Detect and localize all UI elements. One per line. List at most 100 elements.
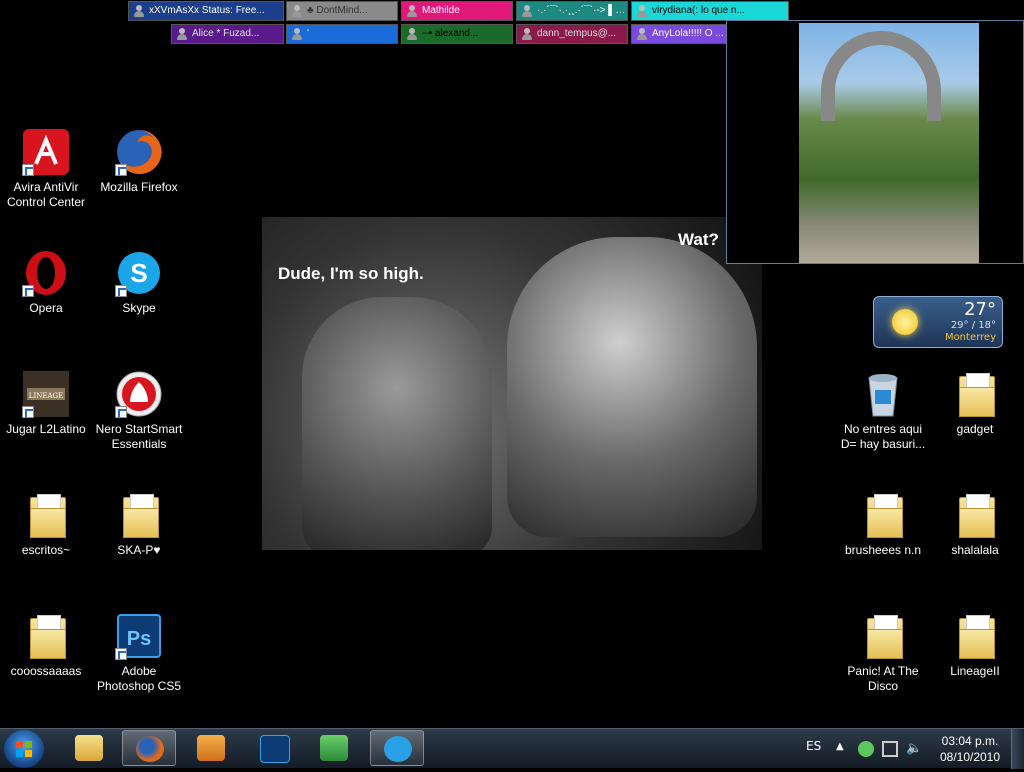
desktop-icon-gadget[interactable]: gadget (930, 370, 1020, 437)
show-hidden-icons-icon[interactable]: ▲ (836, 741, 852, 757)
yorkie-image (507, 237, 757, 537)
contact-tab-label: ·.·´¯`·.·¸¸.·´¯`·-> ▌▌▌▌▌ ... (537, 5, 627, 16)
desktop-icon-label: LineageII (950, 664, 1000, 678)
desktop-icon-firefox[interactable]: Mozilla Firefox (94, 128, 184, 195)
clock[interactable]: 03:04 p.m. 08/10/2010 (935, 733, 1005, 765)
clock-date: 08/10/2010 (939, 750, 1001, 764)
folder-icon (951, 491, 999, 539)
language-indicator[interactable]: ES (806, 739, 821, 753)
taskbar-media-player[interactable] (184, 730, 238, 766)
desktop-icon-label: Opera (29, 301, 63, 315)
desktop-icon-label: shalalala (951, 543, 999, 557)
desktop-icon-nero[interactable]: Nero StartSmart Essentials (94, 370, 184, 452)
svg-text:Ps: Ps (127, 628, 151, 650)
user-icon (521, 28, 533, 41)
desktop-icon-brusheees[interactable]: brusheees n.n (838, 491, 928, 558)
avira-icon (22, 128, 70, 176)
weather-gadget[interactable]: 27° 29° / 18° Monterrey (873, 296, 1003, 348)
contact-tab-label: ♣ DontMind... (307, 5, 368, 16)
desktop-icon-label: Mozilla Firefox (100, 180, 178, 194)
contact-tab[interactable]: xXVmAsXx Status: Free... (128, 1, 284, 21)
user-icon (406, 28, 418, 41)
wallpaper-caption-right: Wat? (678, 230, 719, 249)
desktop-icon-escritos[interactable]: escritos~ (1, 491, 91, 558)
taskbar-firefox[interactable] (122, 730, 176, 766)
svg-text:S: S (130, 258, 147, 288)
taskbar-skype[interactable] (370, 730, 424, 766)
desktop-icon-label: gadget (956, 422, 994, 436)
desktop-icon-shalalala[interactable]: shalalala (930, 491, 1020, 558)
desktop-icon-label: escritos~ (21, 543, 71, 557)
user-icon (406, 5, 418, 18)
folder-icon (951, 612, 999, 660)
desktop-icon-label: No entres aqui D= hay basuri... (840, 422, 926, 451)
desktop-icon-label: brusheees n.n (844, 543, 922, 557)
shortcut-arrow-icon (22, 406, 34, 418)
contact-tab-label: dann_tempus@... (537, 28, 617, 39)
skype-icon (384, 736, 412, 762)
desktop-icon-label: SKA-P♥ (117, 543, 161, 557)
contact-tab-label: virydiana(: lo que n... (652, 5, 745, 16)
contact-tab-label: ' (307, 28, 309, 39)
recycle-bin-icon (859, 370, 907, 418)
contact-tab[interactable]: Mathilde (401, 1, 513, 21)
user-icon (176, 28, 188, 41)
desktop-icon-label: Skype (122, 301, 156, 315)
shortcut-arrow-icon (115, 164, 127, 176)
weather-city: Monterrey (944, 332, 996, 343)
contact-tab[interactable]: ♣ DontMind... (286, 1, 398, 21)
weather-range: 29° / 18° (950, 320, 996, 331)
messenger-icon (320, 735, 348, 761)
desktop-icon-avira[interactable]: Avira AntiVir Control Center (1, 128, 91, 210)
contact-tab-label: Alice * Fuzad... (192, 28, 260, 39)
desktop-icon-opera[interactable]: Opera (1, 249, 91, 316)
contact-tab-label: xXVmAsXx Status: Free... (149, 5, 265, 16)
contact-tab[interactable]: Alice * Fuzad... (171, 24, 284, 44)
contact-tab-label: Mathilde (422, 5, 460, 16)
desktop-icon-skype[interactable]: S Skype (94, 249, 184, 316)
svg-text:LINEAGE: LINEAGE (29, 392, 63, 400)
contact-tab-label: --• alexand... (422, 28, 479, 39)
show-desktop-button[interactable] (1011, 729, 1024, 769)
lineage-icon: LINEAGE (22, 370, 70, 418)
contact-tab[interactable]: ' (286, 24, 398, 44)
photo-preview-window[interactable] (726, 20, 1024, 264)
preview-photo (799, 23, 979, 263)
desktop-icon-lineageii[interactable]: LineageII (930, 612, 1020, 679)
desktop-icon-label: Adobe Photoshop CS5 (96, 664, 182, 693)
user-icon (521, 5, 533, 18)
desktop-icon-recycle-bin[interactable]: No entres aqui D= hay basuri... (838, 370, 928, 452)
contact-tab[interactable]: virydiana(: lo que n... (631, 1, 789, 21)
folder-icon (859, 491, 907, 539)
desktop-icon-photoshop[interactable]: Ps Adobe Photoshop CS5 (94, 612, 184, 694)
user-icon (291, 28, 303, 41)
desktop-icon-cooossaaaas[interactable]: cooossaaaas (1, 612, 91, 679)
taskbar-photoshop[interactable] (247, 730, 301, 766)
shortcut-arrow-icon (115, 285, 127, 297)
taskbar-messenger[interactable] (307, 730, 361, 766)
taskbar-explorer[interactable] (62, 730, 116, 766)
dachshund-image (302, 297, 492, 550)
skype-icon: S (115, 249, 163, 297)
desktop-icon-label: Panic! At The Disco (847, 664, 919, 693)
shortcut-arrow-icon (115, 406, 127, 418)
contact-tab[interactable]: --• alexand... (401, 24, 513, 44)
desktop-icon-ska-p[interactable]: SKA-P♥ (94, 491, 184, 558)
messenger-tray-icon[interactable] (858, 741, 874, 757)
desktop-icon-lineage[interactable]: LINEAGE Jugar L2Latino (1, 370, 91, 437)
media-player-icon (197, 735, 225, 761)
volume-icon[interactable]: 🔈 (906, 741, 922, 757)
contact-tab[interactable]: ·.·´¯`·.·¸¸.·´¯`·-> ▌▌▌▌▌ ... (516, 1, 628, 21)
contact-tab-label: AnyLola!!!!! O ... (652, 28, 724, 39)
network-icon[interactable] (882, 741, 898, 757)
opera-icon (22, 249, 70, 297)
folder-icon (22, 612, 70, 660)
desktop-icon-panic-at-the-disco[interactable]: Panic! At The Disco (838, 612, 928, 694)
start-button[interactable] (4, 730, 44, 768)
user-icon (133, 5, 145, 18)
folder-icon (859, 612, 907, 660)
photoshop-icon (260, 735, 290, 763)
contact-tab[interactable]: dann_tempus@... (516, 24, 628, 44)
folder-icon (22, 491, 70, 539)
desktop-icon-label: Jugar L2Latino (6, 422, 86, 436)
